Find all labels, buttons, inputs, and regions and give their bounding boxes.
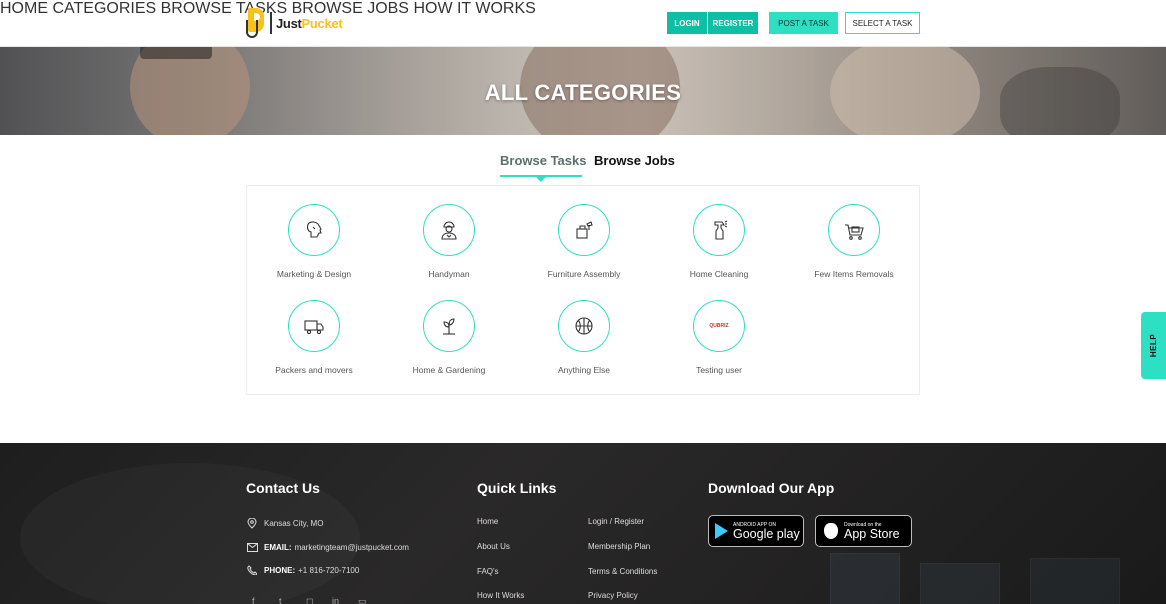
category-testing-user[interactable]: QUBRIZ Testing user <box>652 300 786 375</box>
category-label: Marketing & Design <box>276 269 352 279</box>
categories-panel: Marketing & Design Handyman Furniture As… <box>246 185 920 395</box>
category-packers-movers[interactable]: Packers and movers <box>247 300 381 375</box>
footer-link-how-it-works[interactable]: How It Works <box>477 591 524 600</box>
footer-link-membership-plan[interactable]: Membership Plan <box>588 542 650 551</box>
page-title: ALL CATEGORIES <box>484 80 682 105</box>
help-tab[interactable]: HELP <box>1141 312 1166 379</box>
youtube-icon[interactable]: ▭ <box>358 596 367 604</box>
footer-location: Kansas City, MO <box>246 517 323 529</box>
footer-link-about-us[interactable]: About Us <box>477 542 510 551</box>
footer-app-title: Download Our App <box>708 480 835 496</box>
logo-image: QUBRIZ <box>693 300 745 352</box>
register-button[interactable]: REGISTER <box>708 12 758 34</box>
footer-contact-title: Contact Us <box>246 480 320 496</box>
apple-icon <box>824 523 838 539</box>
category-label: Packers and movers <box>275 365 353 375</box>
linkedin-icon[interactable]: in <box>332 596 339 604</box>
spray-bottle-icon <box>693 204 745 256</box>
category-furniture-assembly[interactable]: Furniture Assembly <box>517 204 651 279</box>
handyman-icon <box>423 204 475 256</box>
category-label: Few Items Removals <box>814 269 894 279</box>
nav-how-it-works[interactable]: HOW IT WORKS <box>413 0 535 17</box>
footer-link-privacy-policy[interactable]: Privacy Policy <box>588 591 638 600</box>
footer: Contact Us Kansas City, MO EMAIL: marketi… <box>0 443 1166 604</box>
footer-link-terms[interactable]: Terms & Conditions <box>588 567 657 576</box>
furniture-icon <box>558 204 610 256</box>
post-task-button[interactable]: POST A TASK <box>769 12 838 34</box>
footer-phone[interactable]: PHONE: +1 816-720-7100 <box>246 564 359 576</box>
footer-link-home[interactable]: Home <box>477 517 498 526</box>
plant-icon <box>423 300 475 352</box>
login-button[interactable]: LOGIN <box>667 12 707 34</box>
truck-icon <box>288 300 340 352</box>
category-label: Testing user <box>696 365 742 375</box>
footer-quick-links-title: Quick Links <box>477 480 557 496</box>
category-label: Handyman <box>428 269 470 279</box>
instagram-icon[interactable]: ◻ <box>306 596 313 604</box>
hero-banner: ALL CATEGORIES <box>0 47 1166 135</box>
category-marketing-design[interactable]: Marketing & Design <box>247 204 381 279</box>
phone-icon <box>246 564 258 576</box>
envelope-icon <box>246 541 258 553</box>
basketball-icon <box>558 300 610 352</box>
facebook-icon[interactable]: f <box>252 596 255 604</box>
google-play-button[interactable]: ANDROID APP ON Google play <box>708 515 804 547</box>
site-logo[interactable]: JustPucket <box>246 7 343 39</box>
category-label: Home & Gardening <box>412 365 486 375</box>
tab-browse-tasks[interactable]: Browse Tasks <box>500 153 586 168</box>
category-label: Furniture Assembly <box>547 269 621 279</box>
marketing-icon <box>288 204 340 256</box>
category-home-cleaning[interactable]: Home Cleaning <box>652 204 786 279</box>
footer-link-login-register[interactable]: Login / Register <box>588 517 644 526</box>
category-label: Anything Else <box>558 365 610 375</box>
category-anything-else[interactable]: Anything Else <box>517 300 651 375</box>
nav-home[interactable]: HOME <box>0 0 48 17</box>
category-label: Home Cleaning <box>689 269 749 279</box>
select-task-button[interactable]: SELECT A TASK <box>845 12 920 34</box>
app-store-button[interactable]: Download on the App Store <box>815 515 912 547</box>
active-tab-arrow <box>536 177 546 182</box>
location-pin-icon <box>246 517 258 529</box>
category-few-items-removals[interactable]: Few Items Removals <box>787 204 921 279</box>
google-play-icon <box>715 523 728 539</box>
footer-email[interactable]: EMAIL: marketingteam@justpucket.com <box>246 541 409 553</box>
browse-tabs: Browse Tasks Browse Jobs <box>0 153 1166 182</box>
logo-divider <box>270 12 272 34</box>
logo-mark-icon <box>246 7 266 39</box>
category-handyman[interactable]: Handyman <box>382 204 516 279</box>
logo-text: JustPucket <box>276 15 343 31</box>
cart-icon <box>828 204 880 256</box>
tab-browse-jobs[interactable]: Browse Jobs <box>594 153 675 168</box>
footer-link-faqs[interactable]: FAQ's <box>477 567 499 576</box>
category-home-gardening[interactable]: Home & Gardening <box>382 300 516 375</box>
nav-categories[interactable]: CATEGORIES <box>52 0 156 17</box>
twitter-icon[interactable]: t <box>279 596 282 604</box>
top-navbar: JustPucket HOME CATEGORIES BROWSE TASKS … <box>0 0 1166 47</box>
